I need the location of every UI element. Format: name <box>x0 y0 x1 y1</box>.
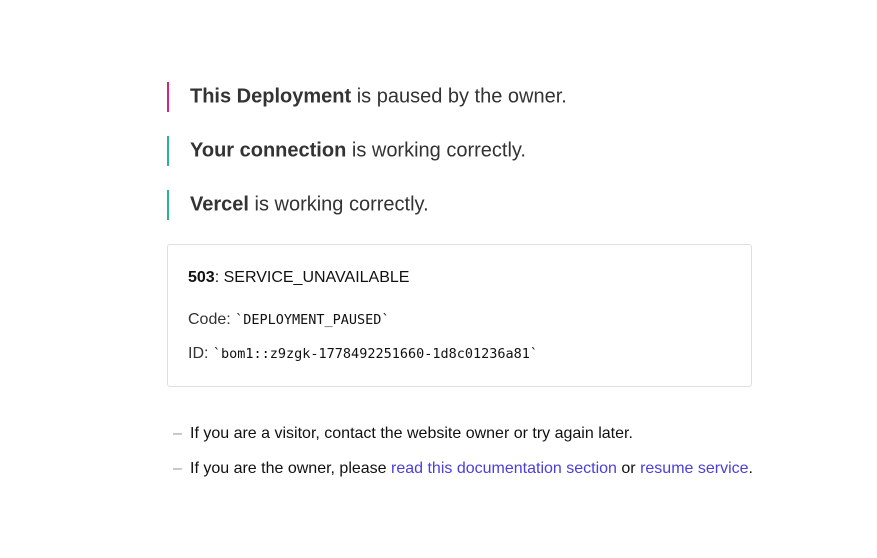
help-owner-middle: or <box>616 460 641 477</box>
status-text-connection: Your connection is working correctly. <box>190 140 526 163</box>
status-line-connection: Your connection is working correctly. <box>167 136 767 166</box>
status-line-deployment: This Deployment is paused by the owner. <box>167 82 767 112</box>
status-strong-deployment: This Deployment <box>190 85 352 108</box>
error-id-value: `bom1::z9zgk-1778492251660-1d8c01236a81` <box>212 346 538 362</box>
help-owner-prefix: If you are the owner, please <box>190 460 392 477</box>
status-bar-paused <box>167 82 169 112</box>
status-rest-connection: is working correctly. <box>346 139 526 162</box>
error-id-label: ID: <box>188 345 213 362</box>
dash-bullet: – <box>173 460 182 477</box>
status-text-vercel: Vercel is working correctly. <box>190 194 429 217</box>
error-title: 503: SERVICE_UNAVAILABLE <box>188 269 409 287</box>
status-rest-vercel: is working correctly. <box>248 193 429 216</box>
status-rest-deployment: is paused by the owner. <box>351 85 567 108</box>
resume-service-link[interactable]: resume service <box>640 460 748 477</box>
help-owner-line: – If you are the owner, please read this … <box>173 460 753 478</box>
error-details-box: 503: SERVICE_UNAVAILABLE Code: `DEPLOYME… <box>167 244 752 387</box>
error-status-text: : SERVICE_UNAVAILABLE <box>214 269 410 286</box>
status-line-vercel: Vercel is working correctly. <box>167 190 767 220</box>
status-bar-ok <box>167 136 169 166</box>
documentation-link[interactable]: read this documentation section <box>391 460 617 477</box>
status-strong-vercel: Vercel <box>190 193 249 216</box>
status-bar-ok <box>167 190 169 220</box>
status-text-deployment: This Deployment is paused by the owner. <box>190 86 567 109</box>
error-code-label: Code: <box>188 311 236 328</box>
status-strong-connection: Your connection <box>190 139 347 162</box>
error-code-value: `DEPLOYMENT_PAUSED` <box>235 312 390 328</box>
help-visitor-line: – If you are a visitor, contact the websi… <box>173 425 633 443</box>
help-visitor-text: If you are a visitor, contact the websit… <box>190 425 633 442</box>
dash-bullet: – <box>173 425 182 442</box>
error-page: This Deployment is paused by the owner. … <box>0 0 877 558</box>
error-status-code: 503 <box>188 269 215 286</box>
error-id-row: ID: `bom1::z9zgk-1778492251660-1d8c01236… <box>188 345 538 363</box>
error-code-row: Code: `DEPLOYMENT_PAUSED` <box>188 311 390 329</box>
help-owner-suffix: . <box>748 460 753 477</box>
